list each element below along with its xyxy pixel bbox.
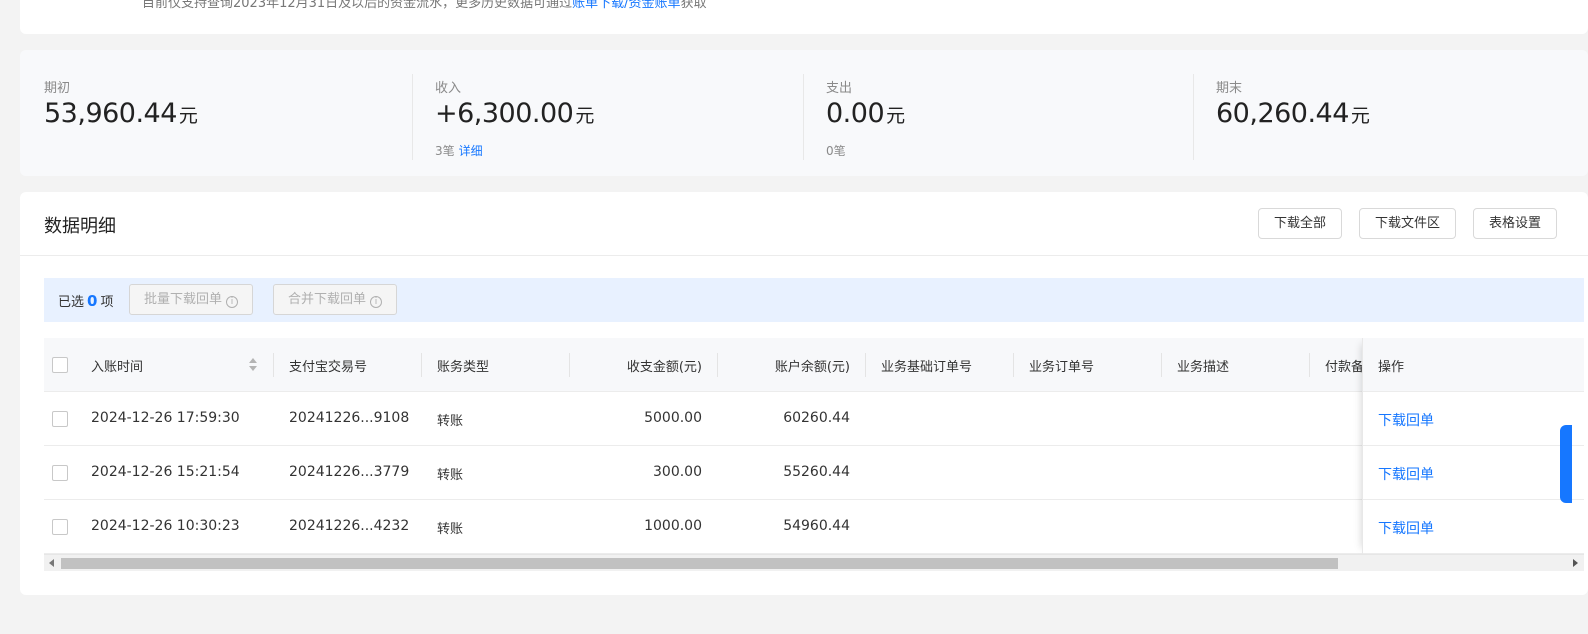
stat-divider	[412, 74, 413, 160]
col-header-payment-remark: 付款备	[1325, 360, 1363, 375]
divider	[20, 255, 1588, 256]
cell-trade-no: 20241226...9108	[289, 410, 410, 426]
col-header-type: 账务类型	[437, 360, 490, 375]
scroll-right-icon[interactable]	[1573, 559, 1578, 567]
notice-card: 目前仅支持查询2023年12月31日及以后的资金流水，更多历史数据可通过账单下载…	[20, 0, 1588, 34]
col-header-time[interactable]: 入账时间	[91, 356, 143, 375]
cell-type: 转账	[437, 468, 464, 483]
stat-divider	[803, 74, 804, 160]
table-row: 2024-12-26 15:21:54 20241226...3779 转账 3…	[44, 446, 1584, 500]
col-header-order: 业务订单号	[1029, 360, 1095, 375]
column-separator	[1013, 353, 1014, 377]
col-header-balance: 账户余额(元)	[774, 360, 850, 375]
cell-balance: 55260.44	[783, 464, 850, 480]
selected-count: 0	[87, 292, 98, 310]
bill-download-link[interactable]: 账单下载/资金账单	[572, 0, 680, 11]
sort-icon[interactable]	[249, 358, 257, 372]
table-settings-button[interactable]: 表格设置	[1473, 208, 1558, 239]
cell-type: 转账	[437, 414, 464, 429]
column-separator	[1161, 353, 1162, 377]
col-header-desc: 业务描述	[1177, 360, 1230, 375]
cell-trade-no: 20241226...4232	[289, 518, 410, 534]
row-checkbox[interactable]	[52, 411, 68, 427]
selection-bar: 已选 0 项 批量下载回单 i 合并下载回单 i	[44, 278, 1584, 322]
select-all-checkbox[interactable]	[52, 357, 68, 373]
stat-opening-value: 53,960.44 元	[44, 98, 198, 129]
cell-time: 2024-12-26 17:59:30	[91, 410, 240, 426]
stat-expense-value: 0.00 元	[826, 98, 905, 129]
scroll-left-icon[interactable]	[49, 559, 54, 567]
table-row: 2024-12-26 17:59:30 20241226...9108 转账 5…	[44, 392, 1584, 446]
detail-card: 数据明细 下载全部 下载文件区 表格设置 已选 0 项 批量下载回单 i 合并下载回单…	[20, 192, 1588, 595]
selection-info: 已选 0 项	[58, 292, 114, 310]
merge-download-button[interactable]: 合并下载回单 i	[273, 284, 398, 315]
fixed-action-column	[1362, 338, 1584, 554]
cell-amount: 300.00	[653, 464, 702, 480]
info-icon: i	[226, 296, 239, 308]
stat-income-value: +6,300.00 元	[435, 98, 594, 129]
batch-download-button[interactable]: 批量下载回单 i	[129, 284, 254, 315]
download-all-button[interactable]: 下载全部	[1258, 208, 1343, 239]
table-row: 2024-12-26 10:30:23 20241226...4232 转账 1…	[44, 500, 1584, 554]
cell-trade-no: 20241226...3779	[289, 464, 410, 480]
col-header-base-order: 业务基础订单号	[881, 360, 973, 375]
cell-amount: 1000.00	[644, 518, 702, 534]
stat-expense-count: 0笔	[826, 144, 846, 158]
column-separator	[717, 353, 718, 377]
table-header: 入账时间 支付宝交易号 账务类型 收支金额(元) 账户余额(元) 业务基础订单号…	[44, 338, 1584, 392]
notice-text: 目前仅支持查询2023年12月31日及以后的资金流水，更多历史数据可通过账单下载…	[142, 0, 707, 11]
row-checkbox[interactable]	[52, 465, 68, 481]
row-checkbox[interactable]	[52, 519, 68, 535]
stat-income-label: 收入	[435, 81, 462, 96]
col-header-trade-no: 支付宝交易号	[289, 360, 368, 375]
stat-closing-label: 期末	[1216, 81, 1243, 96]
download-files-button[interactable]: 下载文件区	[1359, 208, 1457, 239]
col-header-amount: 收支金额(元)	[626, 360, 702, 375]
stat-divider	[1193, 74, 1194, 160]
stat-income-count: 3笔 详细	[435, 144, 483, 158]
cell-type: 转账	[437, 522, 464, 537]
side-feedback-tab[interactable]	[1560, 425, 1572, 503]
income-detail-link[interactable]: 详细	[459, 144, 483, 158]
data-table: 入账时间 支付宝交易号 账务类型 收支金额(元) 账户余额(元) 业务基础订单号…	[44, 338, 1584, 566]
info-icon: i	[370, 296, 383, 308]
horizontal-scrollbar[interactable]	[44, 554, 1584, 571]
column-separator	[1309, 353, 1310, 377]
cell-time: 2024-12-26 10:30:23	[91, 518, 240, 534]
stat-expense-label: 支出	[826, 81, 853, 96]
cell-time: 2024-12-26 15:21:54	[91, 464, 240, 480]
column-separator	[273, 353, 274, 377]
column-separator	[569, 353, 570, 377]
column-separator	[865, 353, 866, 377]
stat-closing-value: 60,260.44 元	[1216, 98, 1370, 129]
scroll-thumb[interactable]	[61, 558, 1338, 569]
stat-opening-label: 期初	[44, 81, 71, 96]
cell-balance: 54960.44	[783, 518, 850, 534]
cell-amount: 5000.00	[644, 410, 702, 426]
detail-title: 数据明细	[44, 216, 116, 237]
cell-balance: 60260.44	[783, 410, 850, 426]
column-separator	[421, 353, 422, 377]
summary-card: 期初 53,960.44 元 收入 +6,300.00 元 3笔 详细 支出 0.00…	[20, 50, 1588, 176]
